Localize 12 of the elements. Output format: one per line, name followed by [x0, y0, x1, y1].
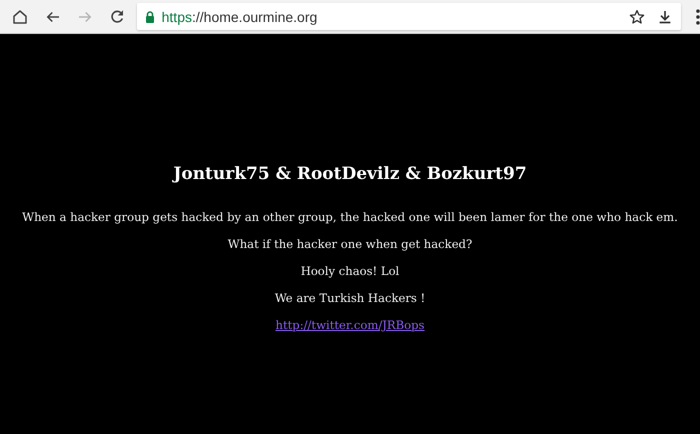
message-text: When a hacker group gets hacked by an other group, the hacked one will been lamer for the one who hack em.	[21, 210, 679, 225]
menu-icon[interactable]	[696, 8, 700, 24]
twitter-link[interactable]: http://twitter.com/JRBops	[276, 318, 424, 332]
star-icon[interactable]	[629, 8, 646, 24]
url-text: https://home.ourmine.org	[162, 8, 318, 24]
message-text: We are Turkish Hackers !	[274, 291, 426, 306]
address-bar[interactable]: https://home.ourmine.org	[136, 3, 682, 30]
message-text: What if the hacker one when get hacked?	[226, 237, 474, 252]
message-text: Hooly chaos! Lol	[300, 264, 400, 279]
home-icon	[11, 8, 30, 26]
page-heading: Jonturk75 & RootDevilz & Bozkurt97	[171, 164, 528, 184]
download-icon[interactable]	[657, 8, 674, 24]
